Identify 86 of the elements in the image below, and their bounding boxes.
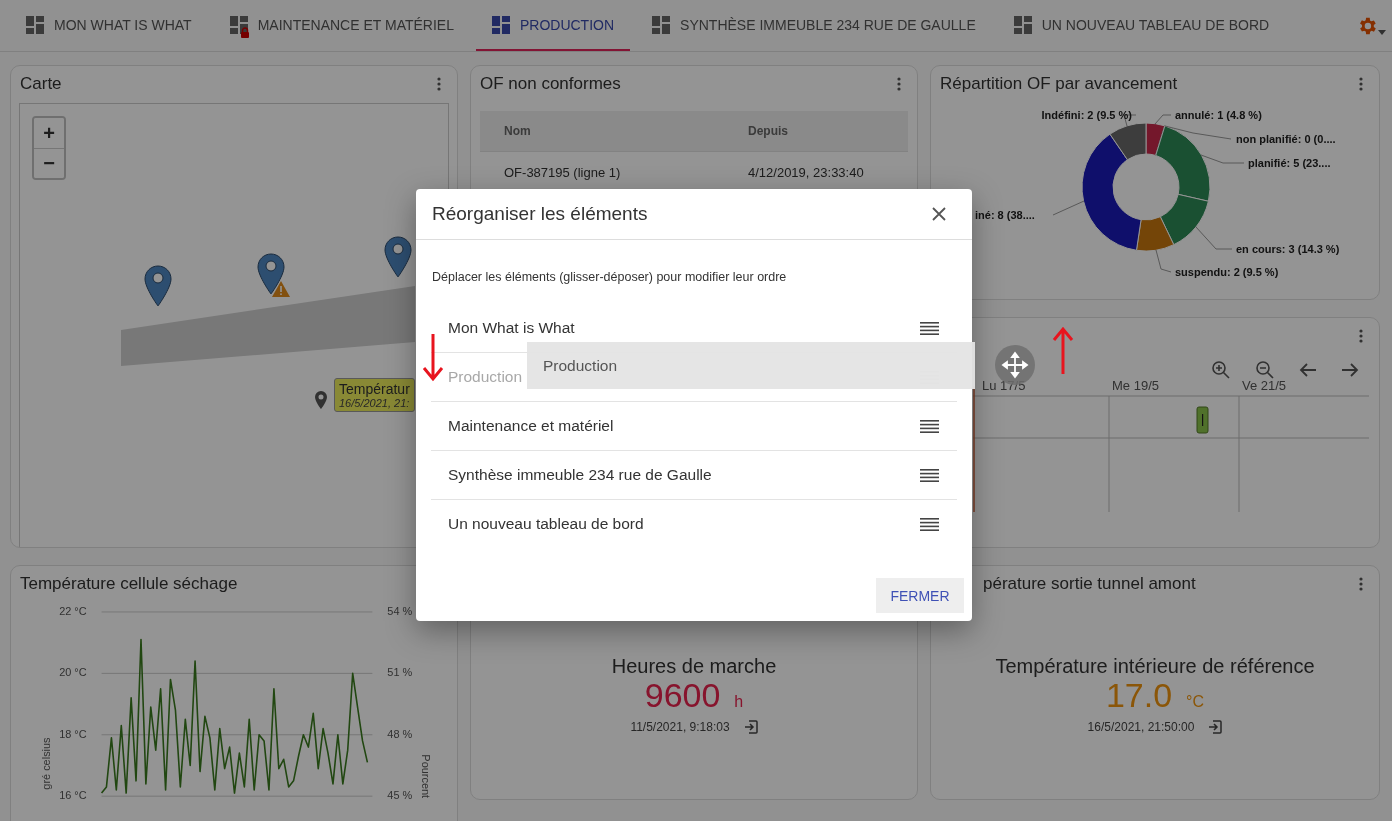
dashboard-icon	[491, 15, 510, 34]
value-reading: 17.0	[1105, 678, 1173, 712]
more-options-icon[interactable]	[1359, 329, 1363, 343]
slice-label: planifié: 5 (23....	[1248, 157, 1331, 169]
more-options-icon[interactable]	[437, 77, 441, 91]
day-label: Me 19/5	[1112, 378, 1159, 393]
value-heading: Heures de marche	[611, 655, 777, 678]
dragged-item[interactable]: Production	[527, 342, 975, 389]
slice-label: en cours: 3 (14.3 %)	[1236, 243, 1340, 255]
axis-label: Pourcent	[420, 754, 433, 799]
dashboard-icon	[652, 15, 671, 34]
drag-handle-icon[interactable]	[920, 517, 939, 531]
axis-tick: 20 °C	[59, 666, 87, 679]
map-pin-icon[interactable]	[144, 265, 172, 307]
export-icon[interactable]	[743, 720, 758, 734]
dashboard-tab[interactable]: SYNTHÈSE IMMEUBLE 234 RUE DE GAULLE	[636, 0, 992, 51]
zoom-in-icon[interactable]	[1211, 359, 1231, 380]
card-title: pérature sortie tunnel amont	[982, 574, 1196, 594]
column-header: Depuis	[747, 124, 789, 138]
more-options-icon[interactable]	[897, 77, 901, 91]
value-unit: °C	[1186, 694, 1205, 710]
close-icon[interactable]	[932, 207, 946, 221]
day-label: Ve 21/5	[1242, 378, 1287, 393]
list-item[interactable]: Un nouveau tableau de bord	[448, 515, 644, 533]
leader-line	[1052, 200, 1085, 216]
dashboard-icon	[1013, 15, 1032, 34]
dashboard-icon	[229, 15, 248, 34]
timeline-event[interactable]	[1196, 406, 1209, 434]
value-heading: Température intérieure de référence	[995, 655, 1315, 678]
more-options-icon[interactable]	[1359, 77, 1363, 91]
leader-line	[1195, 226, 1233, 250]
export-icon[interactable]	[1208, 720, 1223, 734]
table-cell-text: OF-387195 (ligne 1)	[503, 164, 622, 180]
axis-tick: 51 %	[387, 666, 413, 679]
dashboard-tab[interactable]: UN NOUVEAU TABLEAU DE BORD	[997, 0, 1286, 51]
arrow-right-icon[interactable]	[1341, 361, 1359, 378]
timestamp: 11/5/2021, 9:18:03	[630, 720, 730, 734]
axis-tick: 54 %	[387, 604, 413, 617]
map-pin-icon[interactable]	[384, 236, 412, 278]
more-options-icon[interactable]	[1359, 577, 1363, 591]
slice-label: non planifié: 0 (0....	[1236, 133, 1336, 145]
day-label: Lu 17/5	[982, 378, 1026, 393]
slice-label: suspendu: 2 (9.5 %)	[1175, 266, 1279, 278]
arrow-left-icon[interactable]	[1299, 361, 1317, 378]
card-title: OF non conformes	[480, 74, 621, 94]
axis-tick: 16 °C	[59, 789, 87, 802]
axis-tick: 45 %	[387, 789, 413, 802]
tooltip-time: 16/5/2021, 21:	[339, 397, 410, 409]
card-title: Température cellule séchage	[20, 574, 238, 594]
drag-handle-icon[interactable]	[920, 321, 939, 335]
card-title: Répartition OF par avancement	[940, 74, 1178, 94]
value-reading: 9600	[644, 678, 721, 712]
dashboard-icon	[26, 15, 44, 34]
dialog-description: Déplacer les éléments (glisser-déposer) pour modifier leur ordre	[431, 269, 788, 284]
column-header: Nom	[503, 124, 532, 138]
tooltip-title: Températur	[339, 381, 410, 397]
list-item[interactable]: Maintenance et matériel	[448, 417, 614, 435]
leader-line	[1155, 249, 1172, 273]
value-unit: h	[734, 694, 744, 710]
close-button[interactable]: FERMER	[876, 578, 964, 613]
slice-label: annulé: 1 (4.8 %)	[1175, 109, 1262, 121]
list-item[interactable]: Mon What is What	[448, 319, 575, 337]
caret-icon[interactable]	[1378, 30, 1386, 35]
list-item[interactable]: Synthèse immeuble 234 rue de Gaulle	[448, 466, 712, 484]
timestamp: 16/5/2021, 21:50:00	[1087, 720, 1195, 734]
arrow-annotation-icon	[1052, 326, 1074, 376]
zoom-out-icon[interactable]	[1255, 359, 1275, 380]
axis-tick: 48 %	[387, 727, 413, 740]
drag-handle-icon[interactable]	[920, 419, 939, 433]
arrow-annotation-icon	[422, 332, 444, 382]
dashboard-tab[interactable]: MON WHAT IS WHAT	[10, 0, 208, 51]
slice-label: Indéfini: 2 (9.5 %)	[1041, 109, 1132, 121]
dashboard-tab[interactable]: PRODUCTION	[475, 0, 631, 51]
map-pin-icon[interactable]	[257, 253, 285, 295]
drag-handle-icon[interactable]	[920, 468, 939, 482]
leader-line	[1200, 154, 1245, 164]
dashboard-tab[interactable]: MAINTENANCE ET MATÉRIEL	[213, 0, 470, 51]
zoom-out-button[interactable]: −	[34, 148, 64, 178]
card-title: Carte	[20, 74, 62, 94]
axis-label: gré celsius	[39, 737, 52, 790]
axis-tick: 22 °C	[59, 604, 87, 617]
table-cell-text: 4/12/2019, 23:33:40	[747, 164, 865, 180]
axis-tick: 18 °C	[59, 727, 87, 740]
location-marker-icon	[315, 391, 327, 409]
dialog-title: Réorganiser les éléments	[432, 203, 648, 225]
slice-label: iné: 8 (38....	[975, 209, 1035, 221]
